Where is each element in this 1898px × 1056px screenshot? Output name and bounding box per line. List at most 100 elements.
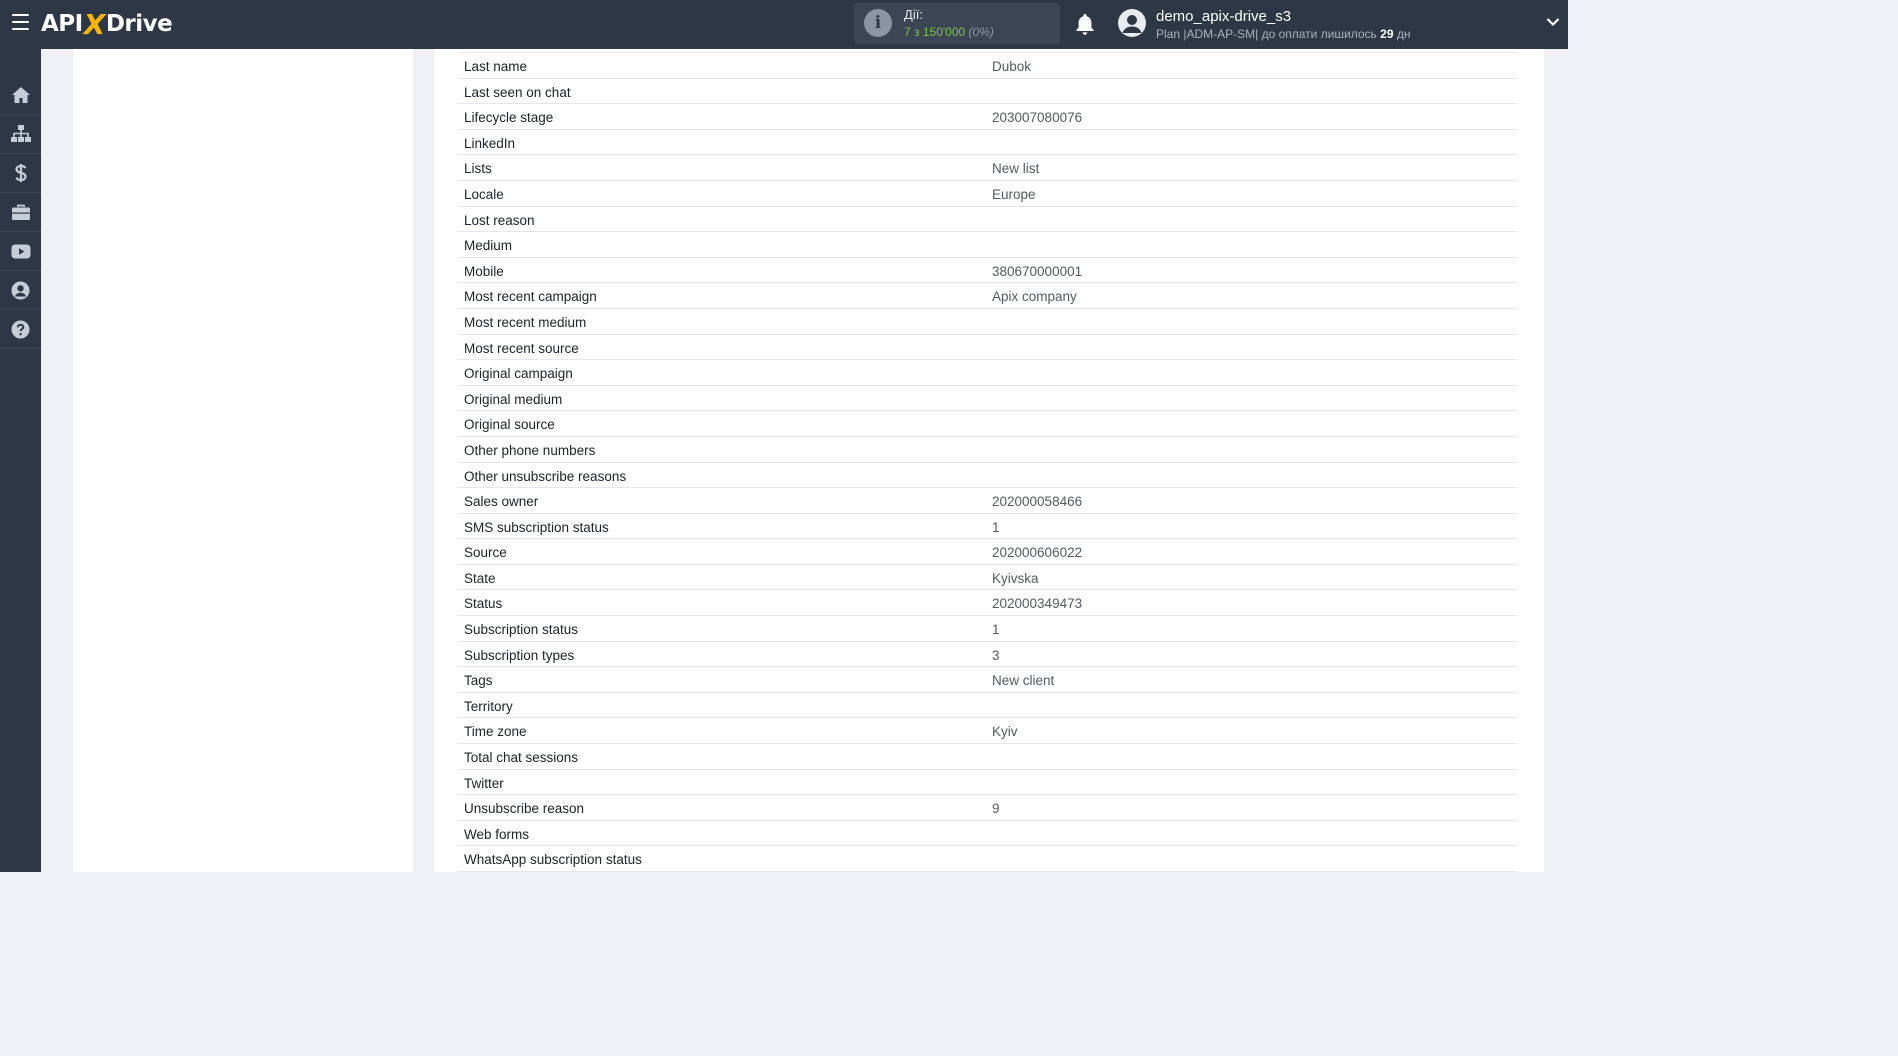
bell-icon[interactable]: [1074, 12, 1096, 36]
user-plan: Plan |ADM-AP-SM| до оплати лишилось 29 д…: [1156, 27, 1411, 41]
field-name: Locale: [464, 186, 504, 202]
actions-label: Дії:: [904, 7, 923, 22]
user-circle-icon: [11, 281, 30, 299]
field-name: Medium: [464, 238, 513, 254]
actions-value: 7 з 150'000 (0%): [904, 25, 994, 39]
briefcase-icon: [11, 204, 30, 220]
field-name: Sales owner: [464, 494, 539, 510]
field-name: State: [464, 570, 496, 586]
field-value: 203007080076: [992, 110, 1083, 126]
table-row: Last seen on chat: [458, 79, 1517, 105]
field-value: 3: [992, 647, 1000, 663]
field-name: Total chat sessions: [464, 750, 579, 766]
field-value: 9: [992, 801, 1000, 817]
field-value: Apix company: [992, 289, 1077, 305]
field-name: Most recent source: [464, 340, 579, 356]
field-value: 202000606022: [992, 545, 1083, 561]
sidebar-item-services[interactable]: [0, 193, 41, 232]
field-name: Other phone numbers: [464, 442, 596, 458]
table-row: Lifecycle stage 203007080076: [458, 104, 1517, 130]
chevron-down-icon[interactable]: [1546, 17, 1560, 27]
table-row: Original campaign: [458, 360, 1517, 386]
sidebar: [0, 49, 41, 872]
field-name: Status: [464, 596, 503, 612]
table-row: Sales owner 202000058466: [458, 488, 1517, 514]
field-value: 380670000001: [992, 263, 1083, 279]
table-row: Most recent source: [458, 335, 1517, 361]
table-row: Original medium: [458, 386, 1517, 412]
field-name: Last seen on chat: [464, 84, 571, 100]
menu-icon[interactable]: [12, 14, 29, 31]
top-bar: API X Drive i Дії: 7 з 150'000 (0%) demo_a…: [0, 0, 1568, 49]
sidebar-item-profile[interactable]: [0, 271, 41, 310]
field-value: New list: [992, 161, 1040, 177]
left-panel: [73, 49, 413, 872]
table-row: Tags New client: [458, 667, 1517, 693]
user-icon: [1122, 15, 1142, 33]
table-row: Web forms: [458, 821, 1517, 847]
field-name: Lists: [464, 161, 492, 177]
sidebar-item-connections[interactable]: [0, 115, 41, 154]
table-row: Time zone Kyiv: [458, 718, 1517, 745]
sidebar-item-help[interactable]: [0, 310, 41, 349]
field-name: Mobile: [464, 263, 504, 279]
field-name: Unsubscribe reason: [464, 801, 585, 817]
fields-table: Last name Dubok Last seen on chat Lifecycle…: [458, 52, 1517, 872]
field-name: Lost reason: [464, 212, 535, 228]
table-row: Locale Europe: [458, 181, 1517, 207]
field-name: Other unsubscribe reasons: [464, 468, 627, 484]
table-row: Lists New list: [458, 155, 1517, 181]
actions-counter[interactable]: i Дії: 7 з 150'000 (0%): [854, 3, 1060, 44]
field-value: 1: [992, 622, 1000, 638]
sidebar-item-videos[interactable]: [0, 232, 41, 271]
help-icon: [11, 320, 30, 338]
youtube-icon: [11, 244, 30, 258]
table-row: SMS subscription status 1: [458, 514, 1517, 540]
table-row: WhatsApp subscription status: [458, 846, 1517, 872]
table-row: Other unsubscribe reasons: [458, 463, 1517, 489]
table-row: Last name Dubok: [458, 53, 1517, 79]
field-value: 202000349473: [992, 596, 1083, 612]
field-name: Tags: [464, 673, 493, 689]
field-value: Europe: [992, 186, 1036, 202]
table-row: Subscription status 1: [458, 616, 1517, 642]
sidebar-item-billing[interactable]: [0, 154, 41, 193]
field-name: Source: [464, 545, 507, 561]
table-row: Most recent campaign Apix company: [458, 283, 1517, 309]
field-name: Last name: [464, 59, 528, 74]
table-row: Lost reason: [458, 207, 1517, 233]
field-value: Kyiv: [992, 724, 1018, 740]
field-name: Lifecycle stage: [464, 110, 554, 126]
user-name[interactable]: demo_apix-drive_s3: [1156, 8, 1291, 25]
table-row: Territory: [458, 693, 1517, 719]
table-row: Subscription types 3: [458, 642, 1517, 668]
field-name: Time zone: [464, 724, 527, 740]
field-value: 1: [992, 519, 1000, 535]
table-row: Twitter: [458, 770, 1517, 796]
table-row: Mobile 380670000001: [458, 258, 1517, 284]
info-icon: i: [864, 9, 892, 37]
field-name: SMS subscription status: [464, 519, 609, 535]
table-row: LinkedIn: [458, 130, 1517, 156]
sitemap-icon: [10, 125, 31, 142]
field-value: Kyivska: [992, 570, 1039, 586]
field-name: Subscription status: [464, 622, 579, 638]
table-row: Medium: [458, 232, 1517, 258]
user-avatar[interactable]: [1118, 9, 1146, 37]
field-value: 202000058466: [992, 494, 1083, 510]
table-row: Status 202000349473: [458, 590, 1517, 617]
field-value: Dubok: [992, 59, 1032, 74]
field-name: Territory: [464, 698, 513, 714]
field-name: Original campaign: [464, 366, 573, 382]
sidebar-item-home[interactable]: [0, 76, 41, 115]
main-panel: Last name Dubok Last seen on chat Lifecycle…: [434, 49, 1544, 872]
field-name: LinkedIn: [464, 135, 516, 151]
home-icon: [11, 87, 30, 103]
apix-drive-logo[interactable]: API X Drive: [41, 8, 173, 41]
field-name: Most recent medium: [464, 314, 587, 330]
field-name: Most recent campaign: [464, 289, 597, 305]
field-name: Original medium: [464, 391, 563, 407]
table-row: Most recent medium: [458, 309, 1517, 335]
field-name: Original source: [464, 417, 555, 433]
field-value: New client: [992, 673, 1055, 689]
